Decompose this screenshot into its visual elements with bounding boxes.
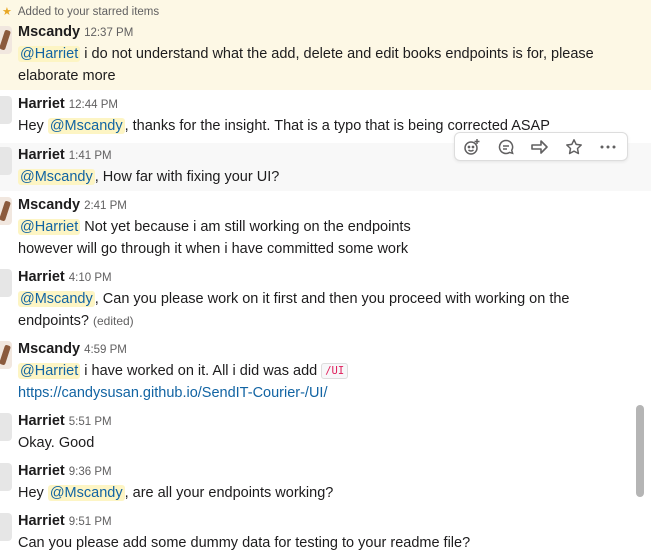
message-header: Mscandy 12:37 PM [18, 24, 133, 40]
message-text: however will go through it when i have c… [18, 241, 409, 257]
timestamp[interactable]: 1:41 PM [69, 150, 112, 162]
message-line: Can you please add some dummy data for t… [18, 535, 470, 551]
avatar[interactable] [0, 341, 12, 369]
author-name[interactable]: Mscandy [18, 197, 80, 213]
message-line: @Mscandy, How far with fixing your UI? [18, 169, 279, 185]
message-header: Harriet 5:51 PM [18, 413, 112, 429]
mention[interactable]: @Mscandy [18, 169, 95, 185]
start-thread-icon[interactable] [489, 133, 523, 160]
message-text: Can you please add some dummy data for t… [18, 535, 471, 551]
mention[interactable]: @Mscandy [47, 118, 125, 134]
star-icon[interactable] [557, 133, 591, 160]
message-header: Mscandy 4:59 PM [18, 341, 127, 357]
message-line: however will go through it when i have c… [18, 241, 408, 257]
message-header: Harriet 1:41 PM [18, 147, 112, 163]
avatar[interactable] [0, 197, 12, 225]
author-name[interactable]: Mscandy [18, 24, 80, 40]
avatar[interactable] [0, 413, 12, 441]
message-line: Hey @Mscandy, are all your endpoints wor… [18, 485, 333, 501]
message-text: i have worked on it. All i did was add [80, 363, 322, 379]
message-header: Harriet 9:36 PM [18, 463, 112, 479]
author-name[interactable]: Harriet [18, 96, 65, 112]
inline-code: /UI [321, 363, 349, 379]
timestamp[interactable]: 5:51 PM [69, 416, 112, 428]
message-feed: ★ Added to your starred items Mscandy 12:3… [0, 0, 651, 558]
message-link[interactable]: https://candysusan.github.io/SendIT-Cour… [18, 385, 328, 401]
edited-marker: (edited) [92, 314, 134, 328]
avatar[interactable] [0, 147, 12, 175]
message-header: Mscandy 2:41 PM [18, 197, 127, 213]
message-text: Hey [18, 118, 48, 134]
mention[interactable]: @Harriet [18, 46, 81, 62]
message-line: @Harriet Not yet because i am still work… [18, 219, 411, 235]
message-header: Harriet 4:10 PM [18, 269, 112, 285]
emoji-reaction-icon[interactable] [455, 133, 489, 160]
author-name[interactable]: Harriet [18, 513, 65, 529]
author-name[interactable]: Harriet [18, 147, 65, 163]
message-text: endpoints? [18, 313, 93, 329]
message[interactable]: Harriet 5:51 PM Okay. Good [0, 409, 651, 457]
message[interactable]: Harriet 9:36 PM Hey @Mscandy, are all you… [0, 459, 651, 507]
message-text: Not yet because i am still working on th… [80, 219, 411, 235]
message-line: endpoints? (edited) [18, 313, 134, 329]
message-line: @Harriet i do not understand what the ad… [18, 46, 594, 62]
message-text: i do not understand what the add, delete… [80, 46, 594, 62]
author-name[interactable]: Harriet [18, 413, 65, 429]
message[interactable]: Harriet 4:10 PM @Mscandy, Can you please … [0, 265, 651, 335]
message-actions-toolbar [454, 132, 628, 161]
author-name[interactable]: Harriet [18, 463, 65, 479]
more-actions-icon[interactable] [591, 133, 625, 160]
avatar[interactable] [0, 26, 12, 54]
author-name[interactable]: Harriet [18, 269, 65, 285]
avatar[interactable] [0, 96, 12, 124]
avatar[interactable] [0, 463, 12, 491]
mention[interactable]: @Mscandy [18, 291, 95, 307]
timestamp[interactable]: 9:36 PM [69, 466, 112, 478]
message-line: Okay. Good [18, 435, 94, 451]
message-text: elaborate more [18, 68, 116, 84]
message-line: @Mscandy, Can you please work on it firs… [18, 291, 570, 307]
message[interactable]: Mscandy 4:59 PM @Harriet i have worked on… [0, 337, 651, 407]
share-message-icon[interactable] [523, 133, 557, 160]
timestamp[interactable]: 9:51 PM [69, 516, 112, 528]
message[interactable]: Mscandy 2:41 PM @Harriet Not yet because … [0, 193, 651, 263]
message-line: @Harriet i have worked on it. All i did … [18, 363, 349, 379]
author-name[interactable]: Mscandy [18, 341, 80, 357]
timestamp[interactable]: 12:37 PM [84, 27, 133, 39]
message-header: Harriet 12:44 PM [18, 96, 118, 112]
avatar[interactable] [0, 269, 12, 297]
starred-notice: ★ Added to your starred items [2, 6, 160, 18]
starred-star-icon: ★ [2, 6, 12, 18]
message[interactable]: Harriet 9:51 PM Can you please add some d… [0, 509, 651, 558]
message-text: , are all your endpoints working? [124, 485, 334, 501]
message-text: Hey [18, 485, 48, 501]
mention[interactable]: @Harriet [18, 363, 81, 379]
message-header: Harriet 9:51 PM [18, 513, 112, 529]
message-text: Okay. Good [18, 435, 95, 451]
message[interactable]: Mscandy 12:37 PM @Harriet i do not unders… [0, 22, 651, 90]
message-text: , Can you please work on it first and th… [94, 291, 570, 307]
mention[interactable]: @Mscandy [47, 485, 125, 501]
message-line: https://candysusan.github.io/SendIT-Cour… [18, 385, 328, 401]
mention[interactable]: @Harriet [18, 219, 81, 235]
avatar[interactable] [0, 513, 12, 541]
message-text: , How far with fixing your UI? [94, 169, 280, 185]
scrollbar-thumb[interactable] [636, 405, 644, 497]
timestamp[interactable]: 12:44 PM [69, 99, 118, 111]
timestamp[interactable]: 4:10 PM [69, 272, 112, 284]
timestamp[interactable]: 2:41 PM [84, 200, 127, 212]
message-line: elaborate more [18, 68, 116, 84]
timestamp[interactable]: 4:59 PM [84, 344, 127, 356]
